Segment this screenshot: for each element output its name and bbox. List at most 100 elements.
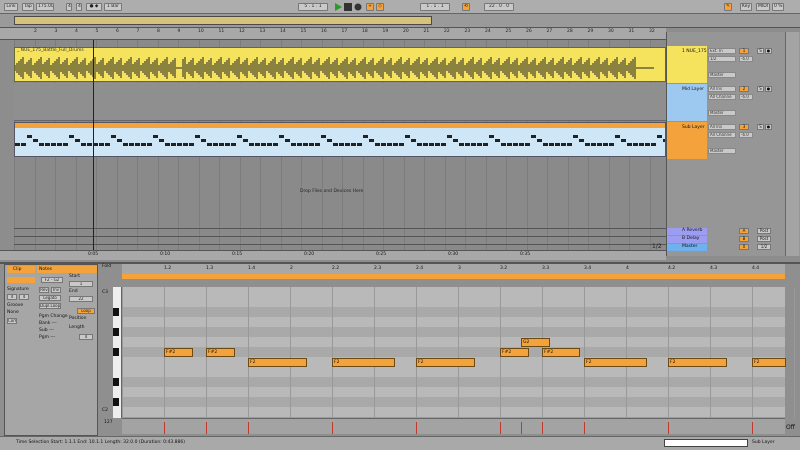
inv-button[interactable]: Inv [51, 287, 61, 293]
stop-icon[interactable] [344, 3, 352, 11]
volume-field[interactable]: -6.0 [739, 132, 753, 138]
time-ruler-bottom[interactable]: 0:05 0:10 0:15 0:20 0:25 0:30 0:35 [0, 250, 666, 260]
return-post-button[interactable]: Post [757, 236, 771, 242]
midi-note[interactable]: F2 [584, 358, 647, 367]
velocity-stem[interactable] [584, 422, 585, 434]
track-activator[interactable]: 3 [739, 124, 749, 130]
solo-button[interactable]: S [757, 48, 764, 54]
clip-sig-den[interactable]: 4 [19, 294, 29, 300]
clip-tab[interactable]: Clip [7, 266, 35, 273]
overview-visible-region[interactable] [14, 16, 432, 25]
output-select[interactable]: Master [708, 148, 736, 154]
return-activator[interactable]: 0 [739, 244, 749, 250]
legato-button[interactable]: Legato [39, 295, 61, 301]
arm-button[interactable]: ● [765, 48, 772, 54]
loop-start-field[interactable]: 1 . 1 . 1 [420, 3, 450, 11]
velocity-lane[interactable] [122, 418, 785, 434]
velocity-stem[interactable] [416, 422, 417, 434]
start-field[interactable]: 1 [69, 281, 93, 287]
black-key[interactable] [113, 348, 119, 356]
velocity-stem[interactable] [521, 422, 522, 434]
program-field[interactable]: Pgm --- [39, 335, 55, 340]
signature-denominator[interactable]: 4 [76, 3, 82, 11]
clip-overview[interactable] [664, 439, 748, 447]
track-activator[interactable]: 2 [739, 86, 749, 92]
solo-button[interactable]: S [757, 124, 764, 130]
return-post-button[interactable]: Post [757, 228, 771, 234]
draw-mode-button[interactable]: ✎ [724, 3, 732, 11]
midi-note[interactable]: G2 [521, 338, 551, 347]
io-toggle-strip[interactable] [785, 32, 799, 256]
midi-note[interactable]: F#2 [206, 348, 236, 357]
velocity-stem[interactable] [752, 422, 753, 434]
note-editor-grid[interactable]: F#2 F#2 F2 F2 F2 F#2 G2 F#2 F2 F2 F2 [122, 287, 795, 418]
record-icon[interactable] [354, 3, 362, 11]
end-field[interactable]: 22 [69, 296, 93, 302]
midi-note[interactable]: F2 [248, 358, 307, 367]
play-icon[interactable] [334, 3, 342, 11]
loop-button[interactable]: Loop [77, 308, 95, 314]
output-select[interactable]: Master [708, 72, 736, 78]
track-name[interactable]: 1 NUE_175 [673, 48, 707, 56]
note-range-field[interactable]: F2 - G2 [41, 277, 63, 283]
velocity-stem[interactable] [248, 422, 249, 434]
rev-button[interactable]: Rev [39, 287, 49, 293]
length-field[interactable]: 4 [79, 334, 93, 340]
beat-time-ruler[interactable]: 2 3 4 5 6 7 8 9 10 11 12 13 14 15 16 17 18 19 20 21 22 23 24 25… [0, 28, 666, 40]
commit-button[interactable]: Commit [7, 318, 17, 324]
midi-map-button[interactable]: MIDI [756, 3, 770, 11]
signature-numerator[interactable]: 4 [66, 3, 72, 11]
return-name[interactable]: B Delay [673, 235, 707, 243]
black-key[interactable] [113, 328, 119, 336]
sub-bank-field[interactable]: Sub --- [39, 328, 54, 333]
input-channel-select[interactable]: All Channe [708, 132, 736, 138]
volume-field[interactable]: -6.0 [739, 56, 753, 62]
metronome-button[interactable]: ● ◆ [86, 3, 102, 11]
duplicate-loop-button[interactable]: Dupl.Loop [39, 303, 61, 309]
track-name[interactable]: Mid Layer [673, 86, 707, 94]
black-key[interactable] [113, 308, 119, 316]
arm-button[interactable]: ● [765, 124, 772, 130]
track-activator[interactable]: 1 [739, 48, 749, 54]
black-key[interactable] [113, 378, 119, 386]
midi-note[interactable]: F#2 [500, 348, 530, 357]
velocity-stem[interactable] [500, 422, 501, 434]
quantize-select[interactable]: 1 Bar [104, 3, 122, 11]
track-name[interactable]: Sub Layer [673, 124, 707, 132]
midi-note[interactable]: F#2 [542, 348, 580, 357]
pitch-lane[interactable] [122, 407, 785, 418]
return-post-button[interactable]: 1/2 [757, 244, 771, 250]
key-map-button[interactable]: Key [740, 3, 752, 11]
clip-name-field[interactable] [7, 277, 35, 283]
volume-field[interactable]: -6.0 [739, 94, 753, 100]
midi-note[interactable]: F2 [668, 358, 727, 367]
overdub-button[interactable]: + [366, 3, 374, 11]
input-type-select[interactable]: Ext. In [708, 48, 736, 54]
output-select[interactable]: Master [708, 110, 736, 116]
loop-switch[interactable]: ⟲ [462, 3, 470, 11]
midi-note[interactable]: F#2 [164, 348, 194, 357]
automation-arm-button[interactable]: ◇ [376, 3, 384, 11]
return-name[interactable]: A Reverb [673, 227, 707, 235]
midi-clip[interactable] [14, 122, 666, 157]
mid-layer-lane[interactable] [14, 83, 666, 121]
black-key[interactable] [113, 398, 119, 406]
midi-note[interactable]: F2 [416, 358, 475, 367]
notes-tab[interactable]: Notes [37, 266, 97, 273]
return-name[interactable]: Master [673, 243, 707, 251]
input-type-select[interactable]: All Ins [708, 124, 736, 130]
input-channel-select[interactable]: 1/2 [708, 56, 736, 62]
editor-ruler[interactable]: 1.2 1.3 1.4 2 2.2 2.3 2.4 3 3.2 3.3 3.4 4 4.2 4.3 4.4 [122, 264, 785, 274]
fold-button[interactable]: Fold [102, 264, 112, 270]
tempo-field[interactable]: 175.00 [36, 3, 54, 11]
tap-button[interactable]: Tap [22, 3, 34, 11]
velocity-stem[interactable] [164, 422, 165, 434]
arm-button[interactable]: ● [765, 86, 772, 92]
clip-sig-num[interactable]: 4 [7, 294, 17, 300]
return-activator[interactable]: A [739, 228, 749, 234]
input-type-select[interactable]: All Ins [708, 86, 736, 92]
velocity-stem[interactable] [668, 422, 669, 434]
midi-note[interactable]: F2 [752, 358, 786, 367]
song-position-field[interactable]: 5 . 1 . 1 [298, 3, 328, 11]
groove-value[interactable]: None [7, 310, 19, 315]
